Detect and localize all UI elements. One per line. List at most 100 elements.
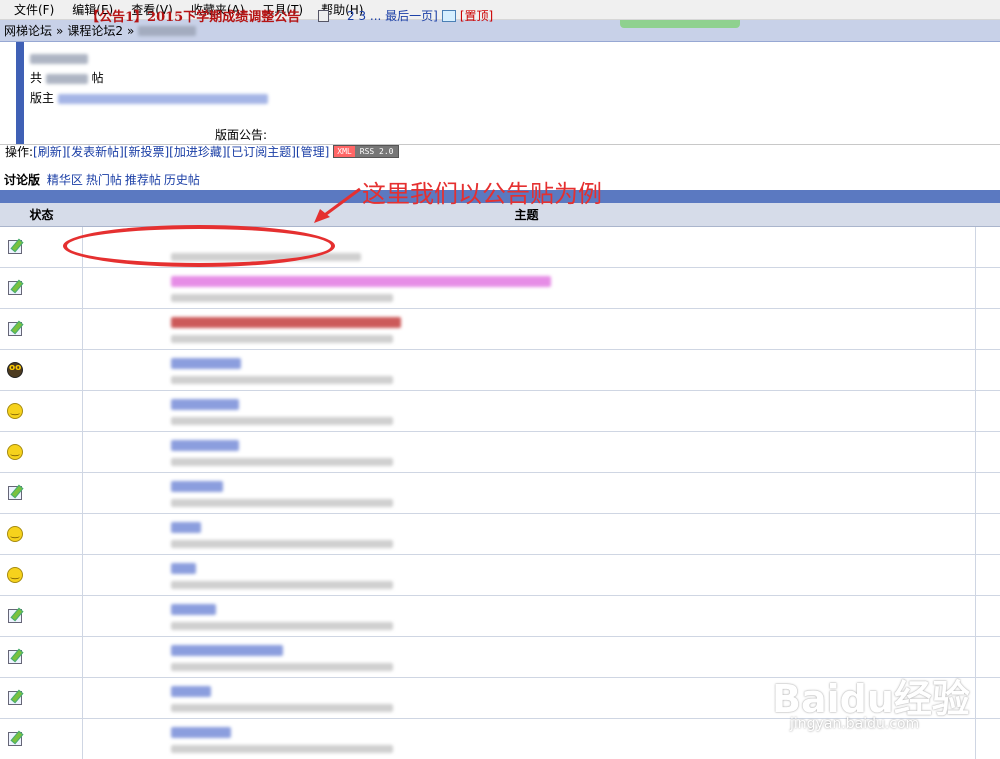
annotation-arrow [314, 187, 361, 223]
topic-title-blurred[interactable] [171, 563, 196, 574]
row-tail-cell [976, 637, 1000, 677]
topic-title-blurred[interactable] [171, 645, 283, 656]
row-status-cell [0, 637, 83, 677]
topic-title-blurred[interactable] [171, 276, 551, 287]
first-topic-page-links[interactable]: 2 3 ... 最后一页] [347, 7, 438, 24]
row-tail-cell [976, 473, 1000, 513]
edit-icon [8, 281, 22, 295]
operation-link[interactable]: [发表新帖] [66, 145, 123, 159]
moderator-label: 版主 [30, 91, 55, 105]
topic-meta-blurred [171, 581, 393, 589]
topic-meta-blurred [171, 294, 393, 302]
edit-icon [8, 732, 22, 746]
rss-badge[interactable]: XML RSS 2.0 [333, 145, 400, 158]
topic-meta-blurred [171, 663, 393, 671]
row-tail-cell [976, 268, 1000, 308]
edit-icon [8, 322, 22, 336]
row-topic-cell[interactable] [83, 268, 976, 308]
menu-item[interactable]: 文件(F) [14, 1, 54, 18]
new-window-icon[interactable] [441, 9, 456, 22]
topic-title-blurred[interactable] [171, 481, 223, 492]
edit-icon [8, 609, 22, 623]
row-tail-cell [976, 596, 1000, 636]
operation-link[interactable]: [加进珍藏] [169, 145, 226, 159]
operation-link[interactable]: [新投票] [124, 145, 169, 159]
table-row[interactable] [0, 391, 1000, 432]
row-status-cell [0, 596, 83, 636]
row-topic-cell[interactable] [83, 432, 976, 472]
rss-xml-label: XML [334, 146, 355, 157]
watermark-logo: Baidu经验 [772, 677, 970, 721]
row-topic-cell[interactable] [83, 309, 976, 349]
annotation-ellipse [63, 225, 335, 267]
topic-meta-blurred [171, 622, 393, 630]
smiley-icon [7, 526, 23, 542]
topic-title-blurred[interactable] [171, 727, 231, 738]
row-topic-cell[interactable] [83, 555, 976, 595]
board-tab[interactable]: 热门帖 [86, 173, 122, 187]
breadcrumb-root[interactable]: 网梯论坛 [4, 22, 52, 39]
row-tail-cell [976, 432, 1000, 472]
edit-icon [8, 240, 22, 254]
topic-meta-blurred [171, 704, 393, 712]
row-status-cell [0, 473, 83, 513]
sticky-badge: [置顶] [459, 9, 494, 23]
table-row[interactable] [0, 432, 1000, 473]
table-row[interactable] [0, 268, 1000, 309]
board-tabs: 讨论版 精华区 热门帖 推荐帖 历史帖 [4, 171, 200, 188]
watermark-url: jingyan.baidu.com [790, 716, 920, 732]
breadcrumb-current-blurred [138, 25, 197, 36]
topic-title-blurred[interactable] [171, 358, 241, 369]
forum-info-accent-bar [16, 42, 24, 144]
row-status-cell [0, 268, 83, 308]
topic-title-blurred[interactable] [171, 399, 239, 410]
row-tail-cell [976, 227, 1000, 267]
row-topic-cell[interactable] [83, 596, 976, 636]
operation-link[interactable]: [已订阅主题] [227, 145, 296, 159]
post-count-suffix: 帖 [91, 71, 104, 85]
topic-title-blurred[interactable] [171, 317, 401, 328]
table-row[interactable] [0, 514, 1000, 555]
post-count-blurred [45, 73, 88, 84]
board-tab[interactable]: 历史帖 [164, 173, 200, 187]
header-status: 状态 [29, 208, 54, 222]
row-topic-cell[interactable] [83, 473, 976, 513]
row-topic-cell[interactable] [83, 350, 976, 390]
board-tab[interactable]: 精华区 [47, 173, 83, 187]
topic-title-blurred[interactable] [171, 686, 211, 697]
operation-link[interactable]: [管理] [296, 145, 329, 159]
operations-label: 操作: [5, 145, 34, 159]
edit-icon [8, 486, 22, 500]
row-status-cell [0, 719, 83, 759]
topic-meta-blurred [171, 335, 393, 343]
row-tail-cell [976, 309, 1000, 349]
row-status-cell [0, 391, 83, 431]
dark-smiley-icon [7, 362, 23, 378]
table-row[interactable] [0, 309, 1000, 350]
row-topic-cell[interactable] [83, 391, 976, 431]
smiley-icon [7, 567, 23, 583]
topic-title-blurred[interactable] [171, 604, 216, 615]
board-tab[interactable]: 推荐帖 [125, 173, 161, 187]
first-topic-title[interactable]: 【公告1】2015下学期成绩调整公告 [86, 6, 300, 25]
operations-bar: 操作: [刷新][发表新帖][新投票][加进珍藏][已订阅主题][管理] XML… [5, 143, 400, 160]
table-row[interactable] [0, 350, 1000, 391]
smiley-icon [7, 403, 23, 419]
rss-version-label: RSS 2.0 [354, 146, 399, 157]
operation-link[interactable]: [刷新] [33, 145, 66, 159]
table-row[interactable] [0, 555, 1000, 596]
topic-title-blurred[interactable] [171, 440, 239, 451]
row-tail-cell [976, 678, 1000, 718]
tab-discussion[interactable]: 讨论版 [4, 173, 40, 187]
forum-name-blurred [30, 53, 88, 64]
topic-title-blurred[interactable] [171, 522, 201, 533]
row-tail-cell [976, 555, 1000, 595]
moderator-links-blurred[interactable] [57, 93, 268, 104]
row-tail-cell [976, 514, 1000, 554]
table-row[interactable] [0, 473, 1000, 514]
row-topic-cell[interactable] [83, 514, 976, 554]
row-status-cell [0, 514, 83, 554]
row-status-cell [0, 309, 83, 349]
row-tail-cell [976, 350, 1000, 390]
table-row[interactable] [0, 596, 1000, 637]
